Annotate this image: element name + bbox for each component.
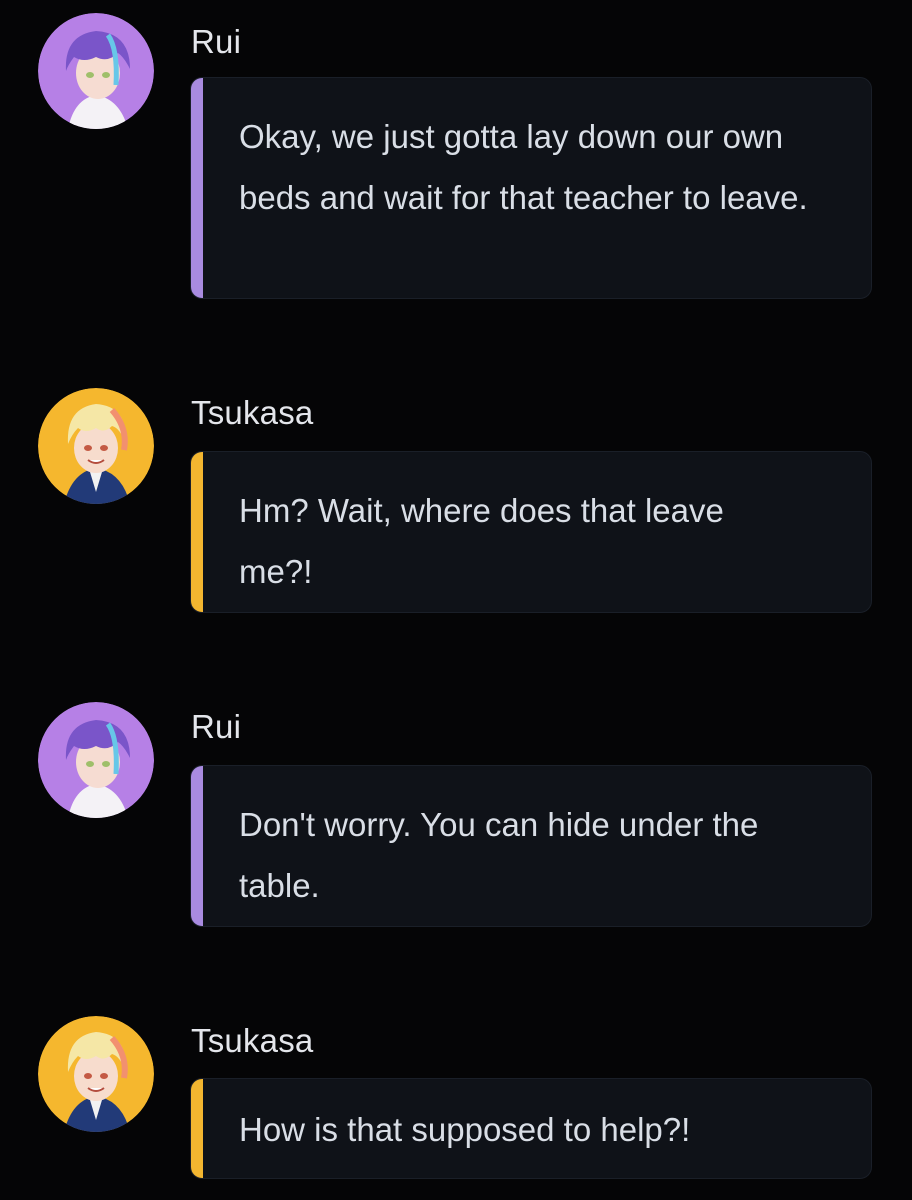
rui-avatar-icon[interactable] xyxy=(38,702,154,818)
tsukasa-avatar-icon[interactable] xyxy=(38,1016,154,1132)
message-text: Don't worry. You can hide under the tabl… xyxy=(239,806,759,904)
message-text: Hm? Wait, where does that leave me?! xyxy=(239,492,724,590)
speaker-accent-bar xyxy=(191,452,203,612)
speaker-name: Tsukasa xyxy=(191,394,314,431)
speaker-name: Rui xyxy=(191,23,242,60)
tsukasa-avatar-icon[interactable] xyxy=(38,388,154,504)
speaker-name: Rui xyxy=(191,708,242,745)
message-text: Okay, we just gotta lay down our own bed… xyxy=(239,118,808,216)
message-bubble: How is that supposed to help?! xyxy=(190,1078,872,1179)
message-text: How is that supposed to help?! xyxy=(239,1111,691,1148)
message-bubble: Don't worry. You can hide under the tabl… xyxy=(190,765,872,927)
speaker-accent-bar xyxy=(191,766,203,926)
rui-avatar-icon[interactable] xyxy=(38,13,154,129)
speaker-name: Tsukasa xyxy=(191,1022,314,1059)
message-bubble: Hm? Wait, where does that leave me?! xyxy=(190,451,872,613)
speaker-accent-bar xyxy=(191,78,203,298)
speaker-accent-bar xyxy=(191,1079,203,1178)
message-bubble: Okay, we just gotta lay down our own bed… xyxy=(190,77,872,299)
